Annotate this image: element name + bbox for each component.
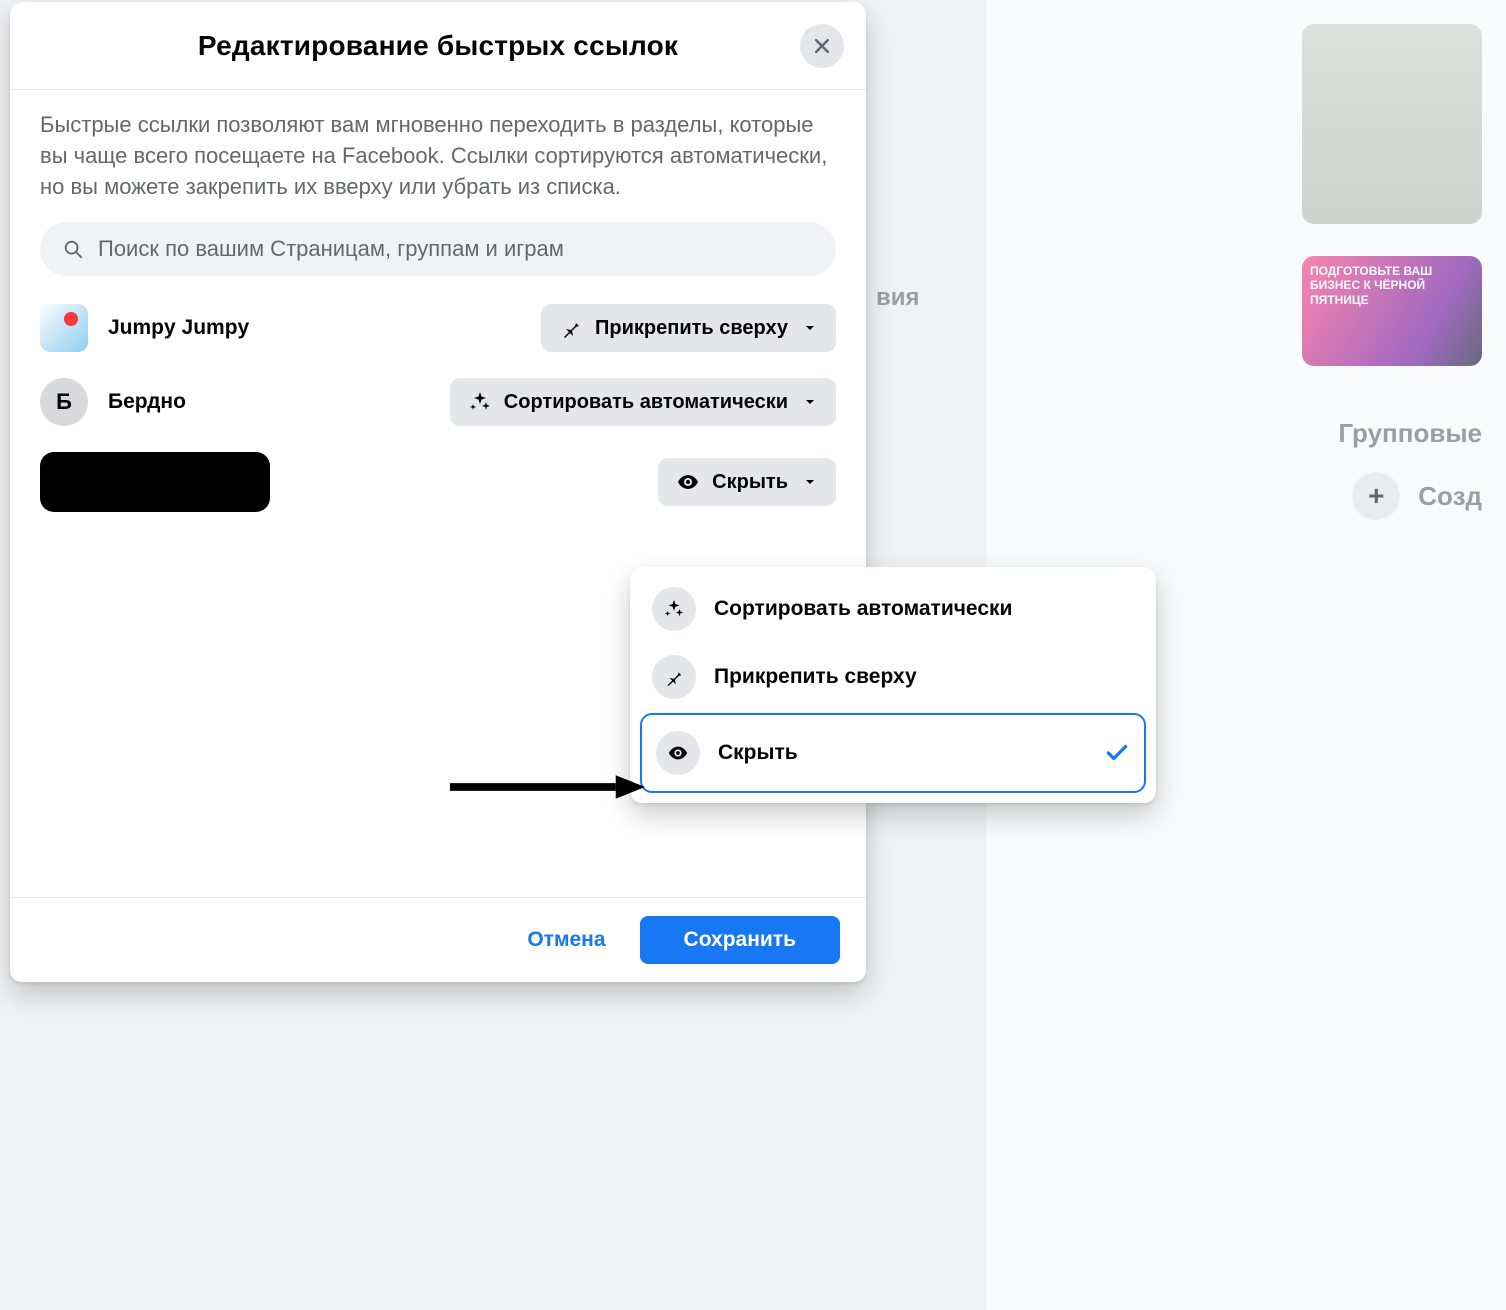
shortcut-row: Jumpy Jumpy Прикрепить сверху (40, 304, 836, 352)
shortcut-setting-label: Скрыть (712, 471, 788, 494)
modal-header: Редактирование быстрых ссылок (10, 2, 866, 90)
shortcut-setting-label: Прикрепить сверху (595, 317, 788, 340)
bg-create-label: Созд (1418, 481, 1482, 512)
shortcut-setting-label: Сортировать автоматически (504, 391, 788, 414)
chevron-down-icon (802, 474, 818, 490)
shortcut-row: Б Бердно Сортировать автоматически (40, 378, 836, 426)
dropdown-option-pin[interactable]: Прикрепить сверху (640, 645, 1146, 709)
setting-dropdown: Сортировать автоматически Прикрепить све… (630, 567, 1156, 803)
sparkle-icon (468, 390, 492, 414)
search-icon (62, 238, 84, 260)
bg-group-label: Групповые (1338, 418, 1482, 449)
bg-text: вия (876, 284, 920, 312)
chevron-down-icon (802, 320, 818, 336)
dropdown-option-label: Скрыть (718, 741, 1086, 765)
edit-shortcuts-modal: Редактирование быстрых ссылок Быстрые сс… (10, 2, 866, 982)
chevron-down-icon (802, 394, 818, 410)
bg-create-row[interactable]: + Созд (1352, 472, 1482, 520)
dropdown-option-label: Прикрепить сверху (714, 665, 1134, 689)
eye-icon (656, 731, 700, 775)
dropdown-option-label: Сортировать автоматически (714, 597, 1134, 621)
shortcut-avatar: Б (40, 378, 88, 426)
dropdown-option-hide[interactable]: Скрыть (640, 713, 1146, 793)
dropdown-option-auto[interactable]: Сортировать автоматически (640, 577, 1146, 641)
close-icon (812, 36, 832, 56)
modal-title: Редактирование быстрых ссылок (198, 30, 678, 62)
shortcut-name: Jumpy Jumpy (108, 316, 521, 340)
eye-icon (676, 470, 700, 494)
pin-icon (652, 655, 696, 699)
annotation-arrow (450, 775, 645, 799)
shortcut-row: Скрыть (40, 452, 836, 512)
bg-tile-image (1302, 24, 1482, 224)
shortcut-setting-button[interactable]: Прикрепить сверху (541, 304, 836, 352)
sparkle-icon (652, 587, 696, 631)
pin-icon (559, 316, 583, 340)
modal-footer: Отмена Сохранить (10, 897, 866, 982)
shortcut-setting-button[interactable]: Сортировать автоматически (450, 378, 836, 426)
close-button[interactable] (800, 24, 844, 68)
search-field[interactable] (40, 222, 836, 276)
save-button[interactable]: Сохранить (640, 916, 840, 964)
check-icon (1104, 740, 1130, 766)
modal-description: Быстрые ссылки позволяют вам мгновенно п… (40, 110, 836, 202)
bg-promo-tile: ПОДГОТОВЬТЕ ВАШ БИЗНЕС К ЧЁРНОЙ ПЯТНИЦЕ (1302, 256, 1482, 366)
shortcut-name: Бердно (108, 390, 430, 414)
cancel-button[interactable]: Отмена (507, 916, 625, 964)
shortcut-setting-button[interactable]: Скрыть (658, 458, 836, 506)
plus-icon: + (1352, 472, 1400, 520)
shortcut-avatar (40, 304, 88, 352)
search-input[interactable] (98, 236, 814, 262)
redacted-item (40, 452, 270, 512)
